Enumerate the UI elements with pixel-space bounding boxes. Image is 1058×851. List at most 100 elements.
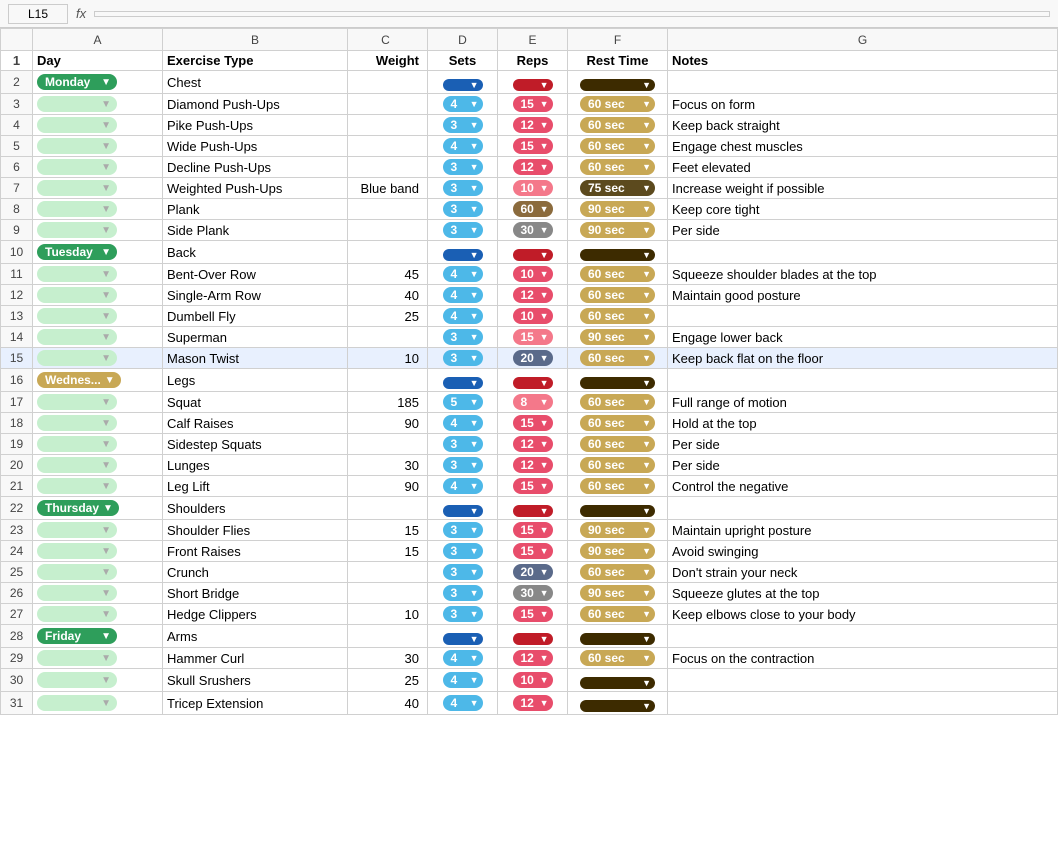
cell-sets-14[interactable]: 3▼ [428,327,498,348]
day-empty-pill[interactable]: ▼ [37,436,117,452]
rest-pill[interactable]: 90 sec▼ [580,201,655,217]
cell-day-8[interactable]: ▼ [33,199,163,220]
sets-pill[interactable]: 3▼ [443,543,483,559]
cell-reps-19[interactable]: 12▼ [498,434,568,455]
cell-rest-5[interactable]: 60 sec▼ [568,136,668,157]
cell-rest-18[interactable]: 60 sec▼ [568,413,668,434]
cell-sets-3[interactable]: 4▼ [428,94,498,115]
cell-rest-12[interactable]: 60 sec▼ [568,285,668,306]
cell-sets-9[interactable]: 3▼ [428,220,498,241]
cell-sets-22[interactable]: ▼ [428,497,498,520]
cell-rest-27[interactable]: 60 sec▼ [568,604,668,625]
cell-rest-20[interactable]: 60 sec▼ [568,455,668,476]
rest-pill[interactable]: ▼ [580,249,655,261]
reps-pill[interactable]: ▼ [513,249,553,261]
cell-day-4[interactable]: ▼ [33,115,163,136]
cell-rest-25[interactable]: 60 sec▼ [568,562,668,583]
day-pill-tuesday[interactable]: Tuesday▼ [37,244,117,260]
cell-sets-17[interactable]: 5▼ [428,392,498,413]
sets-pill[interactable]: 4▼ [443,96,483,112]
day-empty-pill[interactable]: ▼ [37,457,117,473]
reps-pill[interactable]: 30▼ [513,585,553,601]
formula-input[interactable] [94,11,1050,17]
cell-reps-25[interactable]: 20▼ [498,562,568,583]
cell-sets-30[interactable]: 4▼ [428,669,498,692]
cell-reps-2[interactable]: ▼ [498,71,568,94]
sets-pill[interactable]: 3▼ [443,159,483,175]
reps-pill[interactable]: 12▼ [513,287,553,303]
reps-pill[interactable]: 60▼ [513,201,553,217]
sets-pill[interactable]: ▼ [443,633,483,645]
cell-reps-12[interactable]: 12▼ [498,285,568,306]
sets-pill[interactable]: 4▼ [443,415,483,431]
rest-pill[interactable]: 90 sec▼ [580,585,655,601]
cell-day-25[interactable]: ▼ [33,562,163,583]
reps-pill[interactable]: 15▼ [513,606,553,622]
cell-reps-11[interactable]: 10▼ [498,264,568,285]
sets-pill[interactable]: 3▼ [443,350,483,366]
rest-pill[interactable]: 90 sec▼ [580,543,655,559]
cell-day-19[interactable]: ▼ [33,434,163,455]
sets-pill[interactable]: 4▼ [443,672,483,688]
rest-pill[interactable]: 60 sec▼ [580,436,655,452]
day-empty-pill[interactable]: ▼ [37,543,117,559]
cell-day-10[interactable]: Tuesday▼ [33,241,163,264]
rest-pill[interactable]: 60 sec▼ [580,457,655,473]
cell-reps-23[interactable]: 15▼ [498,520,568,541]
cell-sets-6[interactable]: 3▼ [428,157,498,178]
rest-pill[interactable]: ▼ [580,677,655,689]
day-empty-pill[interactable]: ▼ [37,96,117,112]
day-empty-pill[interactable]: ▼ [37,564,117,580]
cell-day-13[interactable]: ▼ [33,306,163,327]
reps-pill[interactable]: ▼ [513,505,553,517]
cell-rest-28[interactable]: ▼ [568,625,668,648]
cell-sets-27[interactable]: 3▼ [428,604,498,625]
day-pill-wednes[interactable]: Wednes...▼ [37,372,121,388]
reps-pill[interactable]: 10▼ [513,672,553,688]
sets-pill[interactable]: ▼ [443,249,483,261]
cell-sets-15[interactable]: 3▼ [428,348,498,369]
col-header-C[interactable]: C [348,29,428,51]
day-pill-monday[interactable]: Monday▼ [37,74,117,90]
cell-rest-9[interactable]: 90 sec▼ [568,220,668,241]
day-empty-pill[interactable]: ▼ [37,138,117,154]
sets-pill[interactable]: 3▼ [443,117,483,133]
cell-sets-16[interactable]: ▼ [428,369,498,392]
cell-sets-12[interactable]: 4▼ [428,285,498,306]
cell-reps-10[interactable]: ▼ [498,241,568,264]
reps-pill[interactable]: 15▼ [513,478,553,494]
reps-pill[interactable]: 30▼ [513,222,553,238]
rest-pill[interactable]: 60 sec▼ [580,394,655,410]
cell-day-3[interactable]: ▼ [33,94,163,115]
cell-reps-9[interactable]: 30▼ [498,220,568,241]
cell-reps-16[interactable]: ▼ [498,369,568,392]
cell-reps-28[interactable]: ▼ [498,625,568,648]
sets-pill[interactable]: 5▼ [443,394,483,410]
cell-day-24[interactable]: ▼ [33,541,163,562]
day-empty-pill[interactable]: ▼ [37,201,117,217]
rest-pill[interactable]: ▼ [580,700,655,712]
day-empty-pill[interactable]: ▼ [37,672,117,688]
cell-day-22[interactable]: Thursday▼ [33,497,163,520]
cell-sets-2[interactable]: ▼ [428,71,498,94]
day-empty-pill[interactable]: ▼ [37,266,117,282]
rest-pill[interactable]: ▼ [580,377,655,389]
cell-day-14[interactable]: ▼ [33,327,163,348]
cell-day-21[interactable]: ▼ [33,476,163,497]
sets-pill[interactable]: 4▼ [443,266,483,282]
sets-pill[interactable]: 4▼ [443,138,483,154]
cell-day-16[interactable]: Wednes...▼ [33,369,163,392]
cell-rest-22[interactable]: ▼ [568,497,668,520]
sets-pill[interactable]: 3▼ [443,522,483,538]
reps-pill[interactable]: 20▼ [513,350,553,366]
cell-reps-15[interactable]: 20▼ [498,348,568,369]
col-header-A[interactable]: A [33,29,163,51]
rest-pill[interactable]: 60 sec▼ [580,478,655,494]
day-pill-friday[interactable]: Friday▼ [37,628,117,644]
cell-sets-19[interactable]: 3▼ [428,434,498,455]
cell-sets-7[interactable]: 3▼ [428,178,498,199]
day-empty-pill[interactable]: ▼ [37,695,117,711]
day-empty-pill[interactable]: ▼ [37,159,117,175]
rest-pill[interactable]: 90 sec▼ [580,522,655,538]
sets-pill[interactable]: ▼ [443,505,483,517]
